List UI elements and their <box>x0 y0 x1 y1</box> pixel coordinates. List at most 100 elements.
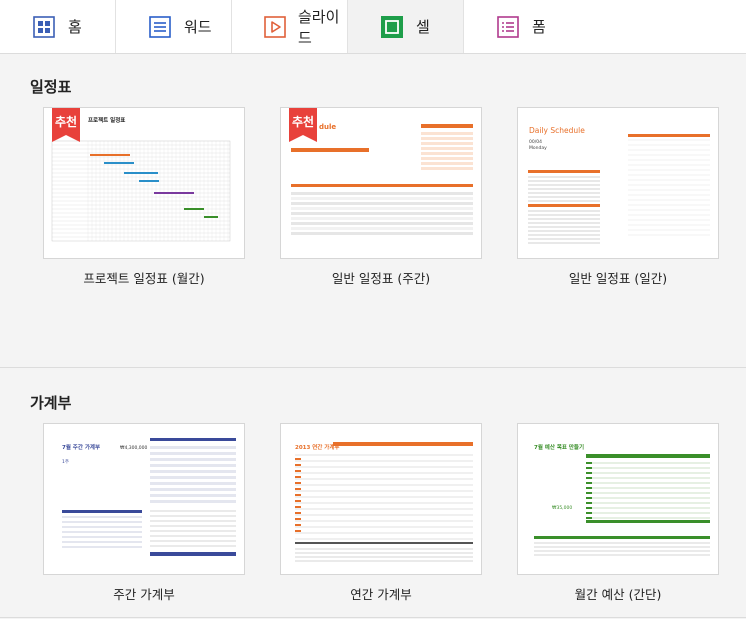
thumb-block <box>528 234 600 236</box>
thumb-block <box>586 467 592 469</box>
thumb-block <box>528 226 600 228</box>
thumb-block <box>586 462 592 464</box>
section-divider <box>0 367 746 368</box>
thumb-block <box>534 542 710 544</box>
tab-slide[interactable]: 슬라이드 <box>232 0 348 53</box>
thumb-block <box>150 500 236 503</box>
thumb-block <box>586 467 710 469</box>
thumb-title: Daily Schedule <box>529 126 585 135</box>
thumb-block <box>421 157 473 160</box>
thumb-title: 2013 연간 가계부 <box>295 443 339 451</box>
thumb-block <box>150 464 236 467</box>
form-list-icon <box>496 15 520 39</box>
thumb-title: 7월 예산 목표 만들기 <box>534 443 584 451</box>
thumb-title: 프로젝트 일정표 <box>88 116 125 124</box>
thumb-block <box>295 552 473 554</box>
section-title-budget: 가계부 <box>30 394 72 412</box>
thumb-block <box>421 142 473 145</box>
thumb-block <box>586 512 592 514</box>
thumb-block <box>421 132 473 135</box>
template-label: 월간 예산 (간단) <box>574 587 662 602</box>
thumb-block <box>295 484 473 486</box>
tab-home[interactable]: 홈 <box>0 0 116 53</box>
template-card-weekly-budget[interactable]: 7월 주간 가계부 1주 ₩4,300,000 <box>43 423 245 575</box>
thumb-block <box>295 530 301 532</box>
template-card-yearly-budget[interactable]: 2013 연간 가계부 <box>280 423 482 575</box>
thumb-block <box>534 550 710 552</box>
cell-sheet-icon <box>380 15 404 39</box>
thumb-block <box>295 532 473 534</box>
template-thumbnail: 7월 예산 목표 만들기 ₩35,000 <box>534 443 710 556</box>
thumb-block <box>295 470 301 472</box>
thumb-block <box>586 497 592 499</box>
tab-label: 홈 <box>68 18 82 36</box>
thumb-block <box>62 531 142 533</box>
thumb-block <box>291 202 473 205</box>
template-card-daily-schedule[interactable]: Daily Schedule 00/04 Monday <box>517 107 719 259</box>
thumb-block <box>586 472 710 474</box>
thumb-block <box>291 212 473 215</box>
thumb-block <box>62 546 142 548</box>
thumb-block <box>586 472 592 474</box>
thumb-block <box>586 462 710 464</box>
slide-play-icon <box>264 15 286 39</box>
thumb-block <box>150 446 236 449</box>
thumb-block <box>150 452 236 455</box>
thumb-amount: ₩4,300,000 <box>120 445 147 451</box>
thumb-block <box>150 494 236 497</box>
tab-word[interactable]: 워드 <box>116 0 232 53</box>
thumb-block <box>62 541 142 543</box>
thumb-block <box>291 217 473 220</box>
thumb-block <box>586 497 710 499</box>
thumb-block <box>586 502 592 504</box>
thumb-block <box>295 482 301 484</box>
thumb-block <box>586 502 710 504</box>
thumb-block <box>295 458 301 460</box>
thumb-block <box>534 554 710 556</box>
thumb-block <box>534 546 710 548</box>
thumb-block <box>528 218 600 220</box>
thumb-block <box>150 515 236 517</box>
thumb-block <box>295 556 473 558</box>
thumb-block <box>528 180 600 182</box>
app-tab-bar: 홈 워드 슬라이드 셀 폼 <box>0 0 746 54</box>
tab-form[interactable]: 폼 <box>464 0 580 53</box>
thumb-block <box>586 482 710 484</box>
thumb-block <box>62 536 142 538</box>
thumb-block <box>295 488 301 490</box>
tab-label: 워드 <box>184 18 212 36</box>
template-thumbnail: 7월 주간 가계부 1주 ₩4,300,000 <box>62 438 236 556</box>
thumb-block <box>295 502 473 504</box>
thumb-block <box>295 466 473 468</box>
thumb-block <box>62 526 142 528</box>
thumb-block <box>528 188 600 190</box>
thumb-block <box>421 152 473 155</box>
thumb-block <box>528 222 600 224</box>
thumb-block <box>291 222 473 225</box>
recommended-badge: 추천 <box>52 108 80 142</box>
thumb-block <box>62 521 142 523</box>
thumb-block <box>291 207 473 210</box>
thumb-block <box>150 482 236 485</box>
section-title-schedule: 일정표 <box>30 78 72 96</box>
thumb-block <box>295 476 301 478</box>
thumb-block <box>150 530 236 532</box>
tab-label: 폼 <box>532 18 546 36</box>
thumb-block <box>150 525 236 527</box>
thumb-block <box>421 147 473 150</box>
thumb-block <box>291 197 473 200</box>
template-card-project-schedule[interactable]: 프로젝트 일정표 추천 <box>43 107 245 259</box>
tab-cell[interactable]: 셀 <box>348 0 464 53</box>
thumb-block <box>62 516 142 518</box>
thumb-date: 00/04 <box>529 139 542 145</box>
thumb-block <box>295 560 473 562</box>
template-card-weekly-schedule[interactable]: dule 추천 <box>280 107 482 259</box>
thumb-block <box>291 192 473 195</box>
template-card-monthly-budget[interactable]: 7월 예산 목표 만들기 ₩35,000 <box>517 423 719 575</box>
thumb-block <box>528 214 600 216</box>
template-thumbnail: 2013 연간 가계부 <box>295 442 473 562</box>
section-divider <box>0 617 746 618</box>
tab-label: 셀 <box>416 18 430 36</box>
thumb-block <box>528 242 600 244</box>
template-thumbnail: Daily Schedule 00/04 Monday <box>528 126 710 244</box>
